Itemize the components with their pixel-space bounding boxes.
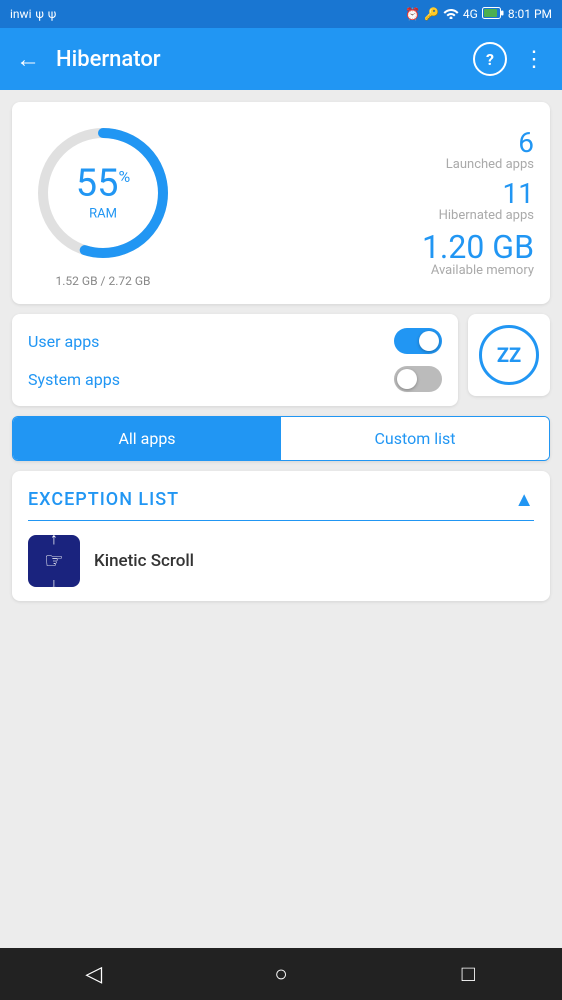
hibernated-label: Hibernated apps — [439, 208, 534, 223]
usb-icon-1: ψ — [35, 7, 43, 21]
signal-icon: 4G — [463, 7, 478, 21]
donut-chart: 55% RAM — [28, 118, 178, 268]
toggles-panel: User apps System apps — [12, 314, 458, 406]
help-button[interactable]: ? — [473, 42, 507, 76]
menu-button[interactable]: ⋮ — [523, 47, 546, 72]
help-label: ? — [486, 50, 494, 69]
stats-card: 55% RAM 1.52 GB / 2.72 GB 6 Launched app… — [12, 102, 550, 304]
battery-icon — [482, 7, 504, 22]
ram-percent: 55% — [76, 165, 130, 203]
back-button[interactable]: ← — [16, 45, 40, 74]
app-title: Hibernator — [56, 47, 473, 72]
system-apps-row: System apps — [28, 366, 442, 392]
user-apps-row: User apps — [28, 328, 442, 354]
nav-recent-button[interactable]: □ — [442, 954, 494, 994]
user-apps-label: User apps — [28, 332, 99, 351]
system-apps-label: System apps — [28, 370, 120, 389]
available-memory-value: 1.20 GB — [422, 231, 534, 263]
carrier-text: inwi — [10, 7, 31, 21]
hibernated-count: 11 — [439, 180, 534, 208]
sleep-button[interactable]: ZZ — [468, 314, 550, 396]
kinetic-scroll-icon: ↑ ☞ ↓ — [44, 535, 64, 587]
available-memory-stat: 1.20 GB Available memory — [422, 231, 534, 278]
system-apps-toggle[interactable] — [394, 366, 442, 392]
user-apps-knob — [419, 331, 439, 351]
exception-title: Exception List — [28, 489, 179, 510]
status-bar: inwi ψ ψ ⏰ 🔑 4G 8:01 PM — [0, 0, 562, 28]
status-left: inwi ψ ψ — [10, 7, 56, 21]
nav-back-button[interactable]: ◁ — [68, 954, 120, 994]
hibernated-apps-stat: 11 Hibernated apps — [439, 180, 534, 223]
ram-label: RAM — [76, 207, 130, 222]
app-icon-kinetic: ↑ ☞ ↓ — [28, 535, 80, 587]
alarm-icon: ⏰ — [405, 7, 420, 21]
nav-home-button[interactable]: ○ — [255, 954, 307, 994]
launched-count: 6 — [446, 129, 534, 157]
system-apps-knob — [397, 369, 417, 389]
controls-card: User apps System apps ZZ — [12, 314, 550, 406]
bottom-nav: ◁ ○ □ — [0, 948, 562, 1000]
tab-bar: All apps Custom list — [12, 416, 550, 461]
time-text: 8:01 PM — [508, 7, 552, 21]
available-memory-label: Available memory — [422, 263, 534, 278]
app-bar: ← Hibernator ? ⋮ — [0, 28, 562, 90]
tab-all-apps[interactable]: All apps — [13, 417, 281, 460]
usb-icon-2: ψ — [48, 7, 56, 21]
main-content: 55% RAM 1.52 GB / 2.72 GB 6 Launched app… — [0, 90, 562, 948]
user-apps-toggle[interactable] — [394, 328, 442, 354]
status-right: ⏰ 🔑 4G 8:01 PM — [405, 7, 552, 22]
stats-right: 6 Launched apps 11 Hibernated apps 1.20 … — [194, 129, 534, 278]
launched-apps-stat: 6 Launched apps — [446, 129, 534, 172]
sleep-icon: ZZ — [479, 325, 539, 385]
key-icon: 🔑 — [424, 7, 439, 21]
app-name-kinetic: Kinetic Scroll — [94, 551, 194, 571]
exception-chevron[interactable]: ▲ — [514, 487, 534, 512]
tab-custom-list[interactable]: Custom list — [281, 417, 549, 460]
launched-label: Launched apps — [446, 157, 534, 172]
donut-center: 55% RAM — [76, 165, 130, 222]
list-item: ↑ ☞ ↓ Kinetic Scroll — [12, 521, 550, 601]
wifi-icon — [443, 7, 459, 22]
memory-usage: 1.52 GB / 2.72 GB — [56, 274, 151, 288]
exception-card: Exception List ▲ ↑ ☞ ↓ Kinetic Scroll — [12, 471, 550, 601]
exception-header: Exception List ▲ — [12, 471, 550, 520]
